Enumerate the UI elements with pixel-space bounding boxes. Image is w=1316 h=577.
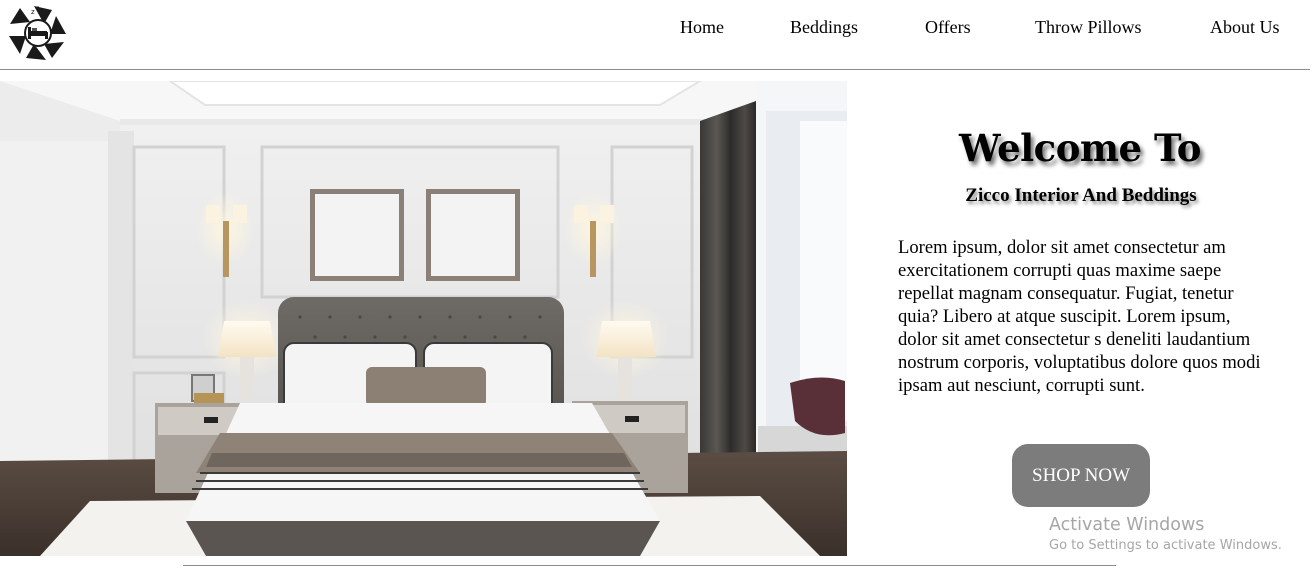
svg-text:z: z (36, 5, 39, 12)
nav-throw-pillows[interactable]: Throw Pillows (1035, 17, 1142, 38)
main-nav: Home Beddings Offers Throw Pillows About… (0, 17, 1316, 43)
brand-subtitle: Zicco Interior And Beddings (965, 185, 1197, 206)
watermark-title: Activate Windows (1049, 515, 1205, 535)
footer-divider (183, 565, 1116, 566)
nav-home[interactable]: Home (680, 17, 724, 38)
nav-beddings[interactable]: Beddings (790, 17, 858, 38)
activate-windows-watermark: Activate Windows Go to Settings to activ… (1049, 514, 1282, 555)
bedroom-photo (0, 81, 847, 556)
welcome-heading: Welcome To (959, 126, 1201, 170)
watermark-subtitle: Go to Settings to activate Windows. (1049, 538, 1282, 553)
nav-about-us[interactable]: About Us (1210, 17, 1280, 38)
svg-text:z: z (31, 8, 35, 16)
nav-offers[interactable]: Offers (925, 17, 971, 38)
intro-paragraph: Lorem ipsum, dolor sit amet consectetur … (898, 237, 1261, 396)
shop-now-button[interactable]: SHOP NOW (1012, 444, 1150, 507)
header-divider (0, 69, 1310, 70)
site-header: z z Home Beddings Offers Throw Pillows A… (0, 0, 1316, 70)
